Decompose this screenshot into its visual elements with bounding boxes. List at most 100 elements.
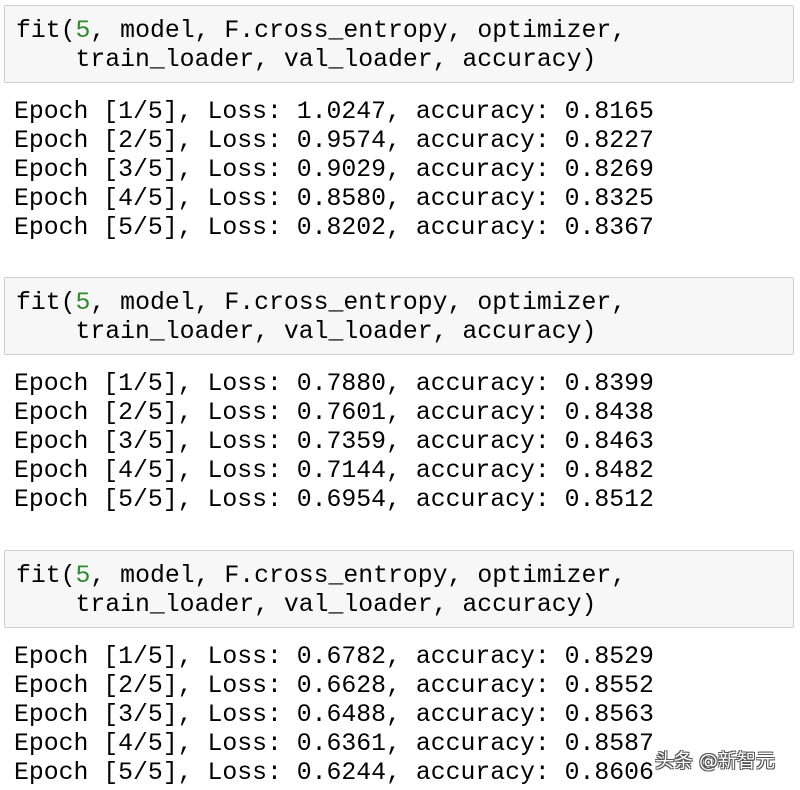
code-cell-1[interactable]: fit(5, model, F.cross_entropy, optimizer… (4, 5, 794, 83)
loss-value: 0.9029 (296, 156, 387, 184)
epoch-value: 2/5 (118, 672, 163, 700)
loss-value: 0.9574 (296, 127, 387, 155)
accuracy-value: 0.8606 (564, 759, 654, 787)
output-line: Epoch [4/5], Loss: 0.8580, accuracy: 0.8… (14, 185, 654, 214)
accuracy-value: 0.8482 (564, 457, 654, 485)
epoch-value: 4/5 (118, 730, 163, 758)
loss-value: 0.6954 (296, 486, 387, 514)
loss-value: 0.7880 (296, 370, 387, 398)
epoch-label: Epoch [ (14, 156, 119, 184)
output-area-1: Epoch [1/5], Loss: 1.0247, accuracy: 0.8… (14, 98, 654, 243)
epoch-label: Epoch [ (14, 672, 119, 700)
code-text: fit( (16, 562, 76, 590)
accuracy-value: 0.8552 (564, 672, 654, 700)
code-text: fit( (16, 289, 76, 317)
output-line: Epoch [5/5], Loss: 0.6954, accuracy: 0.8… (14, 486, 654, 515)
number-literal: 5 (75, 562, 91, 590)
output-line: Epoch [1/5], Loss: 0.6782, accuracy: 0.8… (14, 643, 654, 672)
epoch-value: 2/5 (118, 127, 163, 155)
epoch-label: Epoch [ (14, 457, 119, 485)
code-text: , model, F.cross_entropy, optimizer, (90, 17, 627, 45)
epoch-value: 1/5 (118, 370, 163, 398)
epoch-label: Epoch [ (14, 399, 119, 427)
output-line: Epoch [2/5], Loss: 0.9574, accuracy: 0.8… (14, 127, 654, 156)
epoch-label: Epoch [ (14, 127, 119, 155)
accuracy-label: , accuracy: (386, 643, 565, 671)
accuracy-label: , accuracy: (386, 156, 565, 184)
epoch-value: 3/5 (118, 701, 163, 729)
epoch-value: 1/5 (118, 98, 163, 126)
epoch-label: Epoch [ (14, 370, 119, 398)
epoch-label: Epoch [ (14, 701, 119, 729)
loss-value: 0.8580 (296, 185, 387, 213)
accuracy-label: , accuracy: (386, 730, 565, 758)
loss-label: ], Loss: (162, 370, 297, 398)
output-line: Epoch [5/5], Loss: 0.6244, accuracy: 0.8… (14, 759, 654, 788)
loss-value: 0.6361 (296, 730, 387, 758)
accuracy-value: 0.8367 (564, 214, 654, 242)
epoch-label: Epoch [ (14, 428, 119, 456)
watermark: 头条 @新智元 (655, 750, 776, 772)
output-line: Epoch [4/5], Loss: 0.6361, accuracy: 0.8… (14, 730, 654, 759)
accuracy-label: , accuracy: (386, 759, 565, 787)
epoch-value: 4/5 (118, 457, 163, 485)
output-line: Epoch [4/5], Loss: 0.7144, accuracy: 0.8… (14, 457, 654, 486)
accuracy-value: 0.8563 (564, 701, 654, 729)
loss-value: 0.6488 (296, 701, 387, 729)
accuracy-value: 0.8463 (564, 428, 654, 456)
code-text: , model, F.cross_entropy, optimizer, (90, 562, 627, 590)
accuracy-label: , accuracy: (386, 399, 565, 427)
output-area-3: Epoch [1/5], Loss: 0.6782, accuracy: 0.8… (14, 643, 654, 788)
epoch-label: Epoch [ (14, 486, 119, 514)
loss-label: ], Loss: (162, 643, 297, 671)
loss-label: ], Loss: (162, 185, 297, 213)
accuracy-label: , accuracy: (386, 428, 565, 456)
accuracy-label: , accuracy: (386, 672, 565, 700)
loss-label: ], Loss: (162, 701, 297, 729)
epoch-label: Epoch [ (14, 185, 119, 213)
accuracy-label: , accuracy: (386, 486, 565, 514)
accuracy-label: , accuracy: (386, 214, 565, 242)
loss-label: ], Loss: (162, 759, 297, 787)
epoch-label: Epoch [ (14, 214, 119, 242)
loss-value: 0.7601 (296, 399, 387, 427)
epoch-value: 3/5 (118, 156, 163, 184)
output-line: Epoch [3/5], Loss: 0.6488, accuracy: 0.8… (14, 701, 654, 730)
loss-value: 0.6628 (296, 672, 387, 700)
code-cell-2[interactable]: fit(5, model, F.cross_entropy, optimizer… (4, 277, 794, 355)
epoch-value: 3/5 (118, 428, 163, 456)
loss-label: ], Loss: (162, 672, 297, 700)
output-area-2: Epoch [1/5], Loss: 0.7880, accuracy: 0.8… (14, 370, 654, 515)
epoch-label: Epoch [ (14, 643, 119, 671)
accuracy-value: 0.8325 (564, 185, 654, 213)
number-literal: 5 (75, 17, 91, 45)
accuracy-label: , accuracy: (386, 457, 565, 485)
accuracy-value: 0.8269 (564, 156, 654, 184)
epoch-value: 5/5 (118, 759, 163, 787)
code-text: fit( (16, 17, 76, 45)
loss-label: ], Loss: (162, 399, 297, 427)
loss-value: 0.6782 (296, 643, 387, 671)
accuracy-value: 0.8165 (564, 98, 654, 126)
epoch-label: Epoch [ (14, 759, 119, 787)
output-line: Epoch [1/5], Loss: 1.0247, accuracy: 0.8… (14, 98, 654, 127)
output-line: Epoch [2/5], Loss: 0.6628, accuracy: 0.8… (14, 672, 654, 701)
accuracy-label: , accuracy: (386, 98, 565, 126)
epoch-value: 5/5 (118, 486, 163, 514)
loss-label: ], Loss: (162, 98, 297, 126)
loss-label: ], Loss: (162, 457, 297, 485)
output-line: Epoch [5/5], Loss: 0.8202, accuracy: 0.8… (14, 214, 654, 243)
code-line-1: fit(5, model, F.cross_entropy, optimizer… (16, 17, 626, 46)
loss-label: ], Loss: (162, 127, 297, 155)
loss-value: 0.6244 (296, 759, 387, 787)
code-cell-3[interactable]: fit(5, model, F.cross_entropy, optimizer… (4, 550, 794, 628)
output-line: Epoch [2/5], Loss: 0.7601, accuracy: 0.8… (14, 399, 654, 428)
loss-value: 0.7359 (296, 428, 387, 456)
loss-label: ], Loss: (162, 730, 297, 758)
code-line-2: train_loader, val_loader, accuracy) (16, 46, 597, 74)
epoch-value: 4/5 (118, 185, 163, 213)
loss-value: 1.0247 (296, 98, 387, 126)
loss-label: ], Loss: (162, 156, 297, 184)
loss-label: ], Loss: (162, 214, 297, 242)
number-literal: 5 (75, 289, 91, 317)
